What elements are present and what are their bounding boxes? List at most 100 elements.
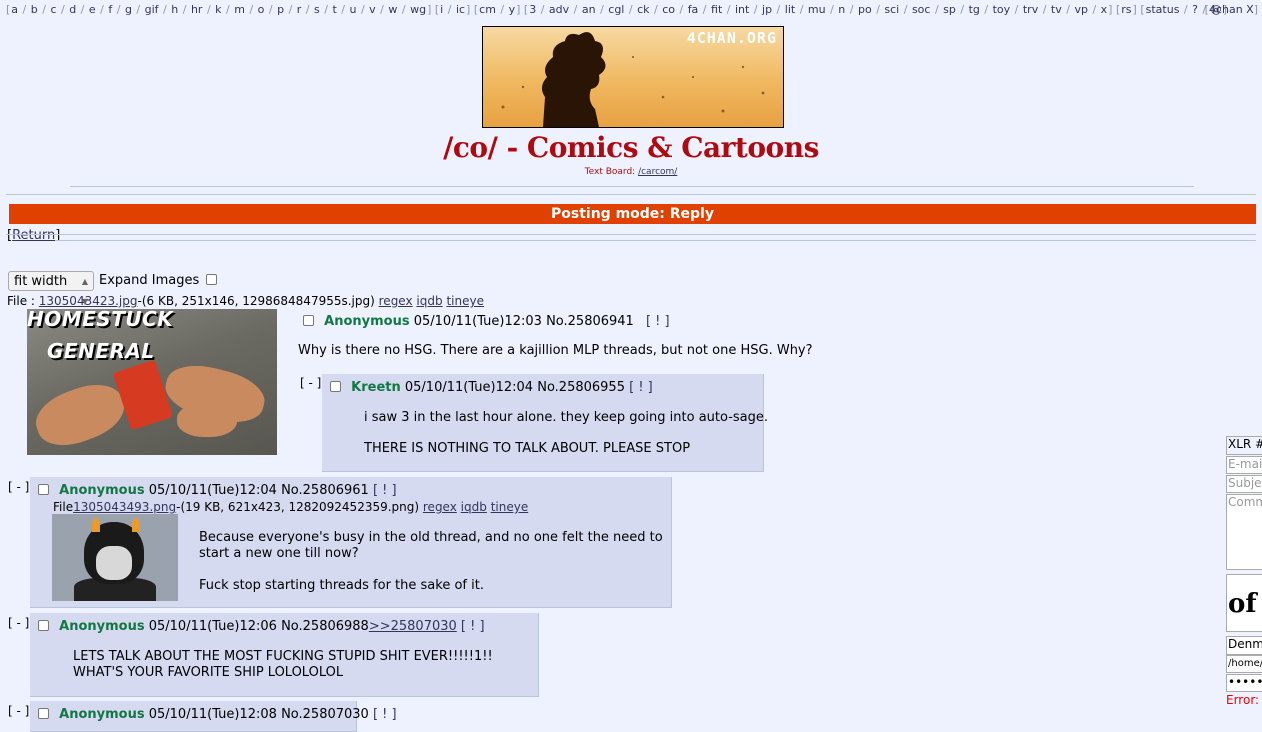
- reply-file-link[interactable]: 1305043493.png: [73, 500, 176, 514]
- tineye-link[interactable]: tineye: [491, 500, 529, 514]
- board-link-hr[interactable]: hr: [191, 3, 203, 16]
- board-link-w[interactable]: w: [388, 3, 397, 16]
- report-button[interactable]: [ ! ]: [629, 380, 653, 395]
- board-link-g[interactable]: g: [125, 3, 132, 16]
- post-number[interactable]: No.25806955: [537, 380, 625, 395]
- board-link-tg[interactable]: tg: [969, 3, 980, 16]
- board-link-ck[interactable]: ck: [637, 3, 649, 16]
- board-link-cm[interactable]: cm: [479, 3, 496, 16]
- reply-toggle[interactable]: [ - ]: [8, 704, 29, 718]
- board-link-fa[interactable]: fa: [688, 3, 699, 16]
- board-link-ic[interactable]: ic: [456, 3, 465, 16]
- board-link-wg[interactable]: wg: [410, 3, 426, 16]
- backlink[interactable]: >>25807030: [369, 619, 457, 634]
- reply-toggle[interactable]: [ - ]: [8, 480, 29, 494]
- board-banner[interactable]: 4CHAN.ORG: [482, 26, 784, 128]
- board-link-s[interactable]: s: [314, 3, 320, 16]
- board-link-int[interactable]: int: [735, 3, 749, 16]
- quick-reply-header[interactable]: XLR #: [1226, 436, 1262, 455]
- board-link-status[interactable]: status: [1146, 3, 1180, 16]
- board-link-i[interactable]: i: [440, 3, 443, 16]
- post-number[interactable]: No.25807030: [281, 707, 369, 722]
- reply-text: Because everyone's busy in the old threa…: [199, 530, 663, 545]
- op-thumbnail[interactable]: HOMESTUCK GENERAL: [27, 309, 277, 455]
- board-link-an[interactable]: an: [582, 3, 596, 16]
- image-caption: GENERAL: [47, 339, 155, 363]
- board-link-sci[interactable]: sci: [884, 3, 899, 16]
- board-link-t[interactable]: t: [332, 3, 336, 16]
- board-link-o[interactable]: o: [258, 3, 265, 16]
- board-link-fit[interactable]: fit: [711, 3, 722, 16]
- reply-select-checkbox[interactable]: [38, 483, 49, 495]
- board-link-y[interactable]: y: [509, 3, 516, 16]
- board-link-e[interactable]: e: [89, 3, 96, 16]
- report-button[interactable]: [ ! ]: [646, 314, 670, 329]
- 4chanx-menu[interactable]: [4chan X]: [1205, 3, 1258, 16]
- board-link-n[interactable]: n: [838, 3, 845, 16]
- report-button[interactable]: [ ! ]: [373, 707, 397, 722]
- iqdb-link[interactable]: iqdb: [461, 500, 487, 514]
- 4chanx-link[interactable]: 4chan X: [1209, 3, 1254, 16]
- board-link-adv[interactable]: adv: [549, 3, 569, 16]
- board-link-vp[interactable]: vp: [1074, 3, 1088, 16]
- board-link-lit[interactable]: lit: [785, 3, 795, 16]
- reply-select-checkbox[interactable]: [330, 380, 341, 392]
- board-link-gif[interactable]: gif: [145, 3, 159, 16]
- board-link-d[interactable]: d: [69, 3, 76, 16]
- board-link-b[interactable]: b: [31, 3, 38, 16]
- board-link-sp[interactable]: sp: [943, 3, 956, 16]
- board-link-jp[interactable]: jp: [762, 3, 772, 16]
- op-file-link[interactable]: 1305043423.jpg: [39, 294, 138, 308]
- board-link-a[interactable]: a: [11, 3, 18, 16]
- reply-toggle[interactable]: [ - ]: [8, 616, 29, 630]
- iqdb-link[interactable]: iqdb: [416, 294, 442, 308]
- board-link-tv[interactable]: tv: [1051, 3, 1062, 16]
- post-number[interactable]: No.25806941: [546, 314, 634, 329]
- board-link-m[interactable]: m: [234, 3, 245, 16]
- board-link-trv[interactable]: trv: [1023, 3, 1038, 16]
- report-button[interactable]: [ ! ]: [461, 619, 485, 634]
- reply-toggle[interactable]: [ - ]: [300, 376, 321, 390]
- image-fit-select[interactable]: fit width ▲ ▼: [8, 271, 94, 306]
- reply-select-checkbox[interactable]: [38, 619, 49, 631]
- board-link-toy[interactable]: toy: [993, 3, 1011, 16]
- op-header: Anonymous 05/10/11(Tue)12:03 No.25806941…: [303, 314, 670, 329]
- board-link-soc[interactable]: soc: [912, 3, 931, 16]
- board-link-?[interactable]: ?: [1192, 3, 1198, 16]
- board-link-r[interactable]: r: [297, 3, 302, 16]
- board-link-x[interactable]: x: [1101, 3, 1108, 16]
- expand-images-checkbox[interactable]: [206, 273, 218, 285]
- op-select-checkbox[interactable]: [303, 314, 314, 326]
- board-link-f[interactable]: f: [108, 3, 112, 16]
- report-button[interactable]: [ ! ]: [373, 483, 397, 498]
- board-link-co[interactable]: co: [662, 3, 675, 16]
- board-link-h[interactable]: h: [171, 3, 178, 16]
- subject-input[interactable]: Subject: [1226, 475, 1262, 493]
- post-number[interactable]: No.25806988: [281, 619, 369, 634]
- regex-link[interactable]: regex: [379, 294, 413, 308]
- tineye-link[interactable]: tineye: [446, 294, 484, 308]
- comment-textarea[interactable]: Comment: [1226, 494, 1262, 570]
- textboard-link[interactable]: /carcom/: [638, 167, 677, 177]
- board-link-po[interactable]: po: [858, 3, 872, 16]
- email-input[interactable]: E-mail: [1226, 456, 1262, 474]
- post-number[interactable]: No.25806961: [281, 483, 369, 498]
- board-link-v[interactable]: v: [369, 3, 376, 16]
- board-link-k[interactable]: k: [215, 3, 221, 16]
- captcha-input[interactable]: Denm: [1226, 636, 1262, 655]
- board-link-cgl[interactable]: cgl: [608, 3, 624, 16]
- reply-thumbnail[interactable]: [52, 514, 178, 601]
- password-input[interactable]: •••••: [1226, 674, 1262, 692]
- post-datetime: 05/10/11(Tue)12:06: [148, 619, 277, 634]
- board-link-mu[interactable]: mu: [808, 3, 826, 16]
- image-shape: [177, 403, 237, 437]
- reply-select-checkbox[interactable]: [38, 707, 49, 719]
- board-link-rs[interactable]: rs: [1121, 3, 1131, 16]
- board-link-p[interactable]: p: [277, 3, 284, 16]
- board-link-c[interactable]: c: [50, 3, 56, 16]
- regex-link[interactable]: regex: [423, 500, 457, 514]
- board-link-3[interactable]: 3: [529, 3, 536, 16]
- file-input[interactable]: /home/: [1226, 655, 1262, 673]
- return-link[interactable]: Return: [12, 228, 55, 243]
- board-link-u[interactable]: u: [349, 3, 356, 16]
